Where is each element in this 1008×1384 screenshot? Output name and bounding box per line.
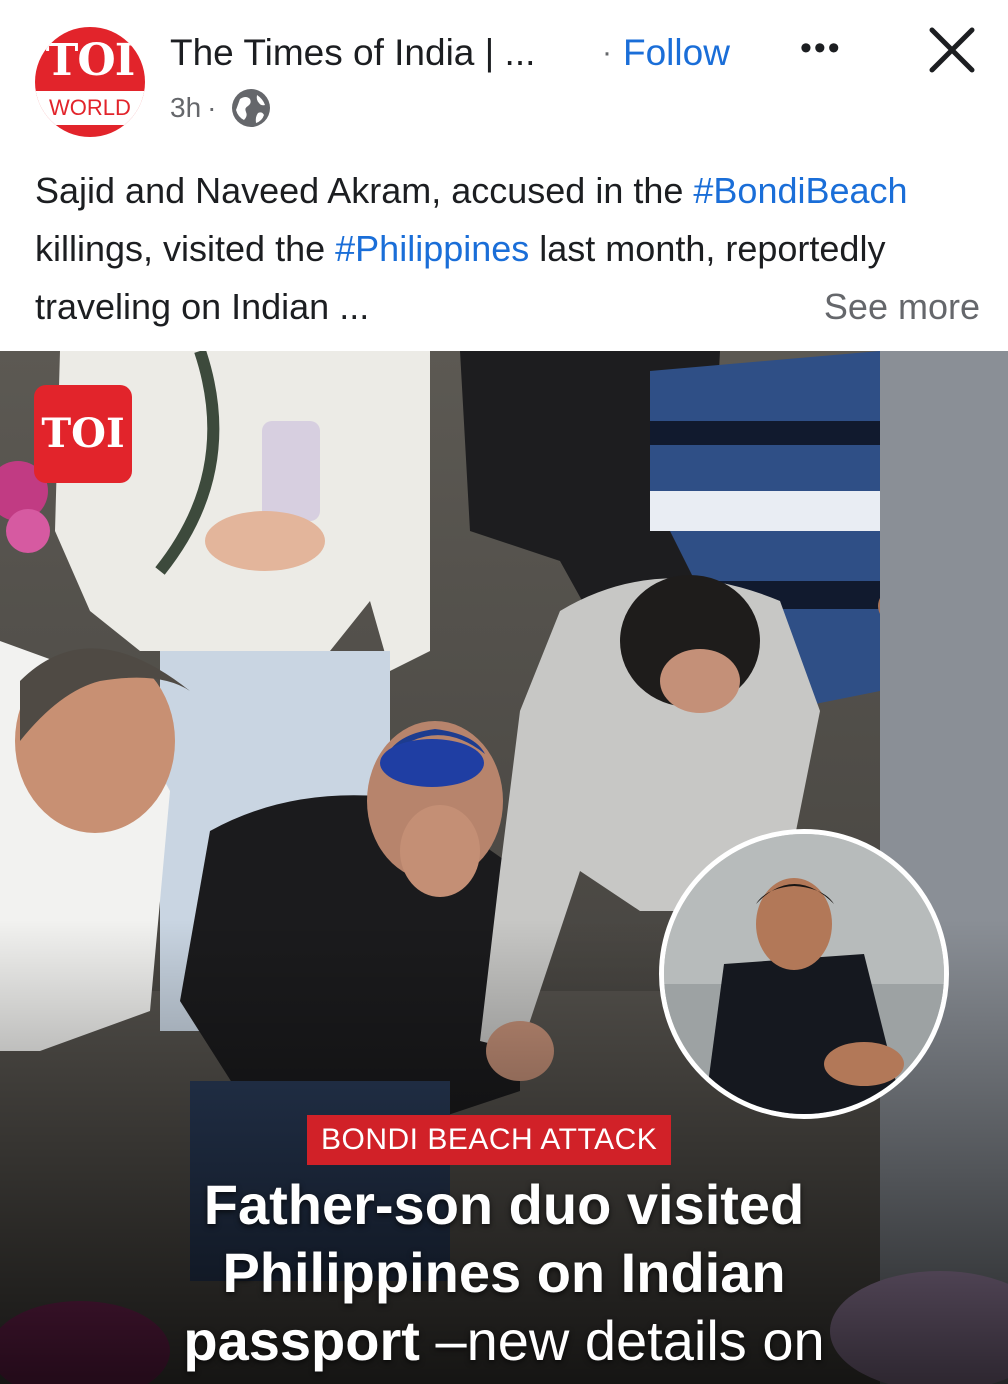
post-header: TOI WORLD The Times of India | ... · Fol… bbox=[0, 0, 1008, 150]
hashtag-philippines[interactable]: #Philippines bbox=[335, 228, 529, 269]
more-options-button[interactable]: ••• bbox=[800, 28, 860, 68]
page-avatar[interactable]: TOI WORLD bbox=[35, 27, 145, 137]
post-timestamp[interactable]: 3h bbox=[170, 92, 201, 123]
headline-line-2: Philippines on Indian bbox=[222, 1241, 786, 1304]
follow-separator: · bbox=[602, 36, 612, 69]
avatar-brand: TOI bbox=[45, 35, 136, 86]
close-icon bbox=[929, 27, 975, 73]
caption-text-1: Sajid and Naveed Akram, accused in the bbox=[35, 170, 694, 211]
inset-portrait bbox=[659, 829, 949, 1119]
headline-line-3: passport –new details on bbox=[0, 1307, 1008, 1375]
headline-bold: passport bbox=[183, 1309, 420, 1372]
post-caption: Sajid and Naveed Akram, accused in the #… bbox=[35, 162, 980, 336]
page-name-link[interactable]: The Times of India | ... bbox=[170, 30, 610, 76]
story-kicker: BONDI BEACH ATTACK bbox=[307, 1115, 672, 1165]
headline-rest: –new details on bbox=[419, 1309, 825, 1372]
post-meta: 3h · bbox=[170, 88, 222, 128]
see-more-link[interactable]: See more bbox=[824, 278, 980, 336]
story-headline: Father-son duo visited Philippines on In… bbox=[0, 1171, 1008, 1375]
meta-separator: · bbox=[207, 92, 217, 123]
caption-text-2: killings, visited the bbox=[35, 228, 336, 269]
follow-button[interactable]: Follow bbox=[623, 30, 730, 76]
globe-icon bbox=[232, 89, 270, 127]
hashtag-bondibeach[interactable]: #BondiBeach bbox=[693, 170, 907, 211]
post-image[interactable]: TOI BONDI BEACH ATTACK Father-son duo vi… bbox=[0, 351, 1008, 1384]
toi-badge: TOI bbox=[34, 385, 132, 483]
close-button[interactable] bbox=[924, 22, 980, 78]
headline-line-1: Father-son duo visited bbox=[203, 1173, 805, 1236]
inset-photo bbox=[664, 834, 944, 1114]
avatar-sub: WORLD bbox=[35, 91, 145, 125]
